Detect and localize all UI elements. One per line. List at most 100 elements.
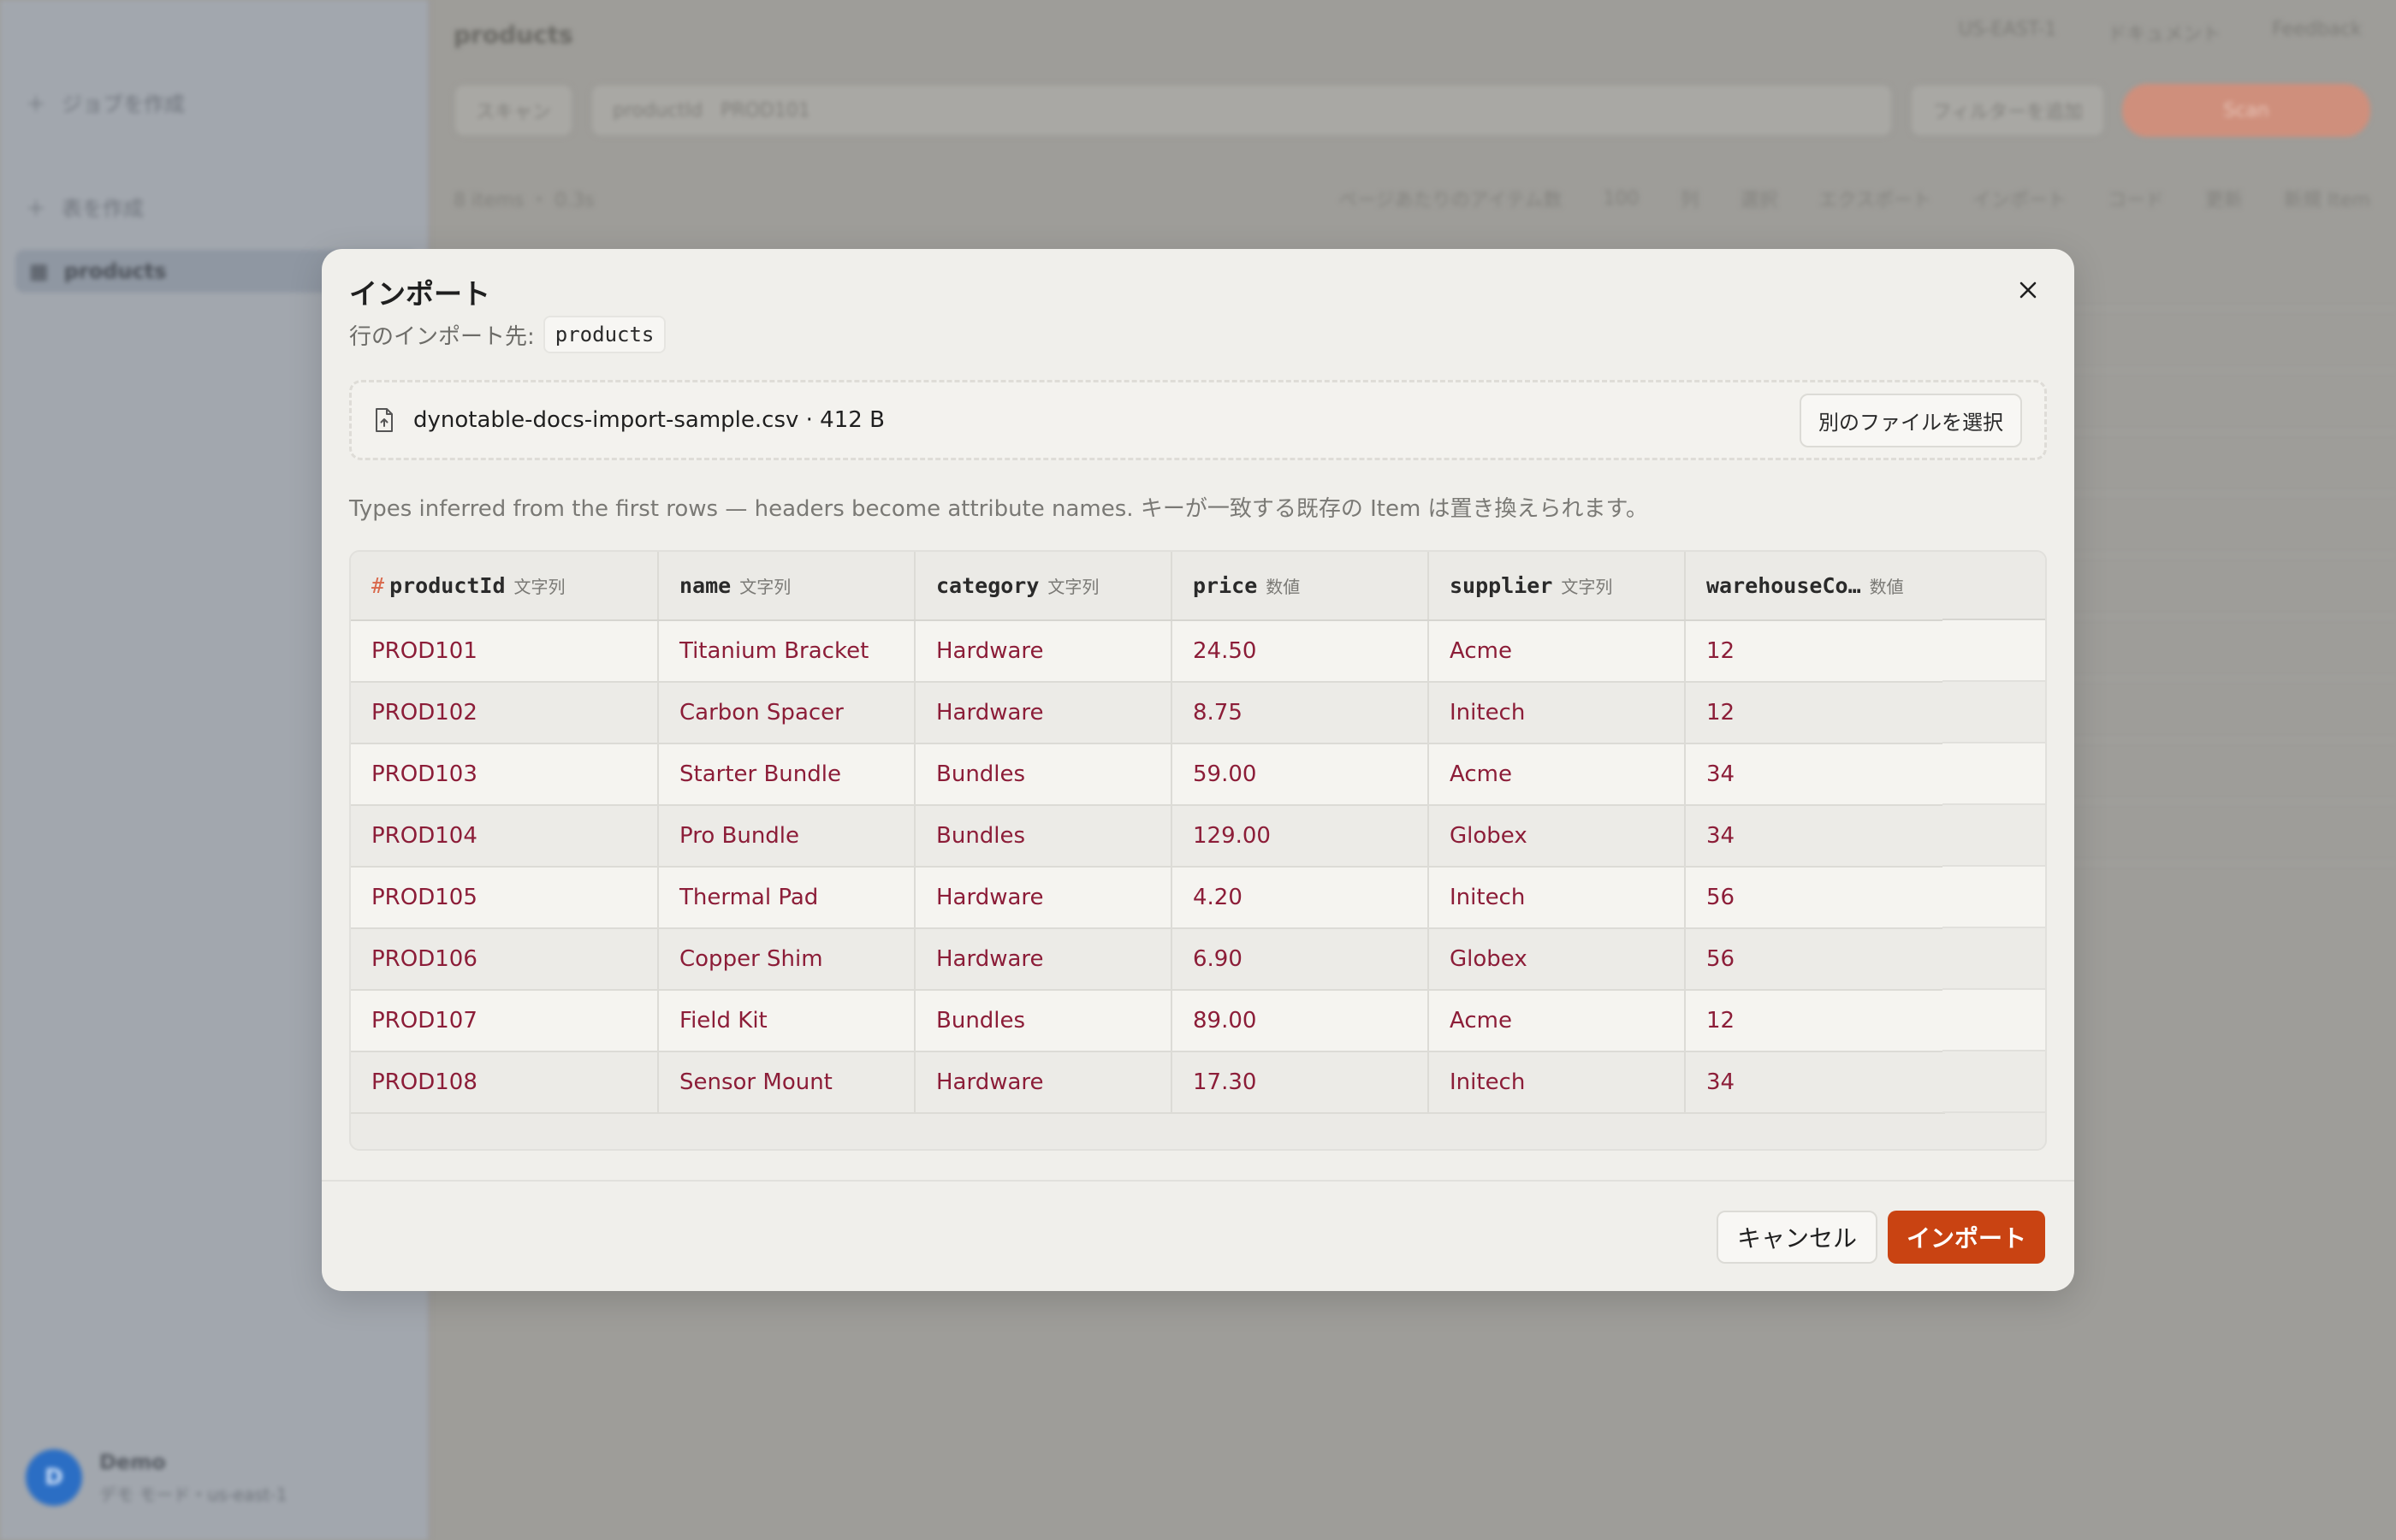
target-table-chip: products xyxy=(543,316,667,353)
column-header: # productId 文字列 xyxy=(351,552,659,621)
table-cell: Thermal Pad xyxy=(658,867,916,929)
toolbar-action[interactable]: 選択 xyxy=(1741,185,1778,212)
column-header: name 文字列 xyxy=(658,552,916,621)
table-cell: Bundles xyxy=(915,743,1172,806)
table-cell: 34 xyxy=(1685,805,1945,868)
sidebar-create-query[interactable]: ＋ ジョブを作成 xyxy=(26,80,185,123)
results-toolbar: 8 items ・ 0.3s ページあたりのアイテム数 100 列 選択 エクスポー… xyxy=(454,180,2370,217)
table-row: PROD101 Titanium Bracket Hardware 24.50 Acme… xyxy=(351,620,1945,683)
column-header: price 数値 xyxy=(1171,552,1429,621)
import-dialog: インポート 行のインポート先: products dynotable-docs-… xyxy=(322,249,2074,1291)
table-cell: PROD103 xyxy=(351,743,659,806)
column-type: 文字列 xyxy=(1561,577,1613,597)
table-cell: PROD105 xyxy=(351,867,659,929)
page-title: products xyxy=(454,20,573,49)
close-button[interactable] xyxy=(2009,271,2047,309)
file-dropzone[interactable]: dynotable-docs-import-sample.csv · 412 B… xyxy=(349,380,2047,460)
toolbar-action[interactable]: コード xyxy=(2108,185,2164,212)
table-row: PROD103 Starter Bundle Bundles 59.00 Acme 34 xyxy=(351,743,1945,806)
toolbar-action[interactable]: 新規 Item xyxy=(2284,185,2370,212)
header-item[interactable]: ドキュメント xyxy=(2108,19,2221,46)
table-cell: 56 xyxy=(1685,928,1945,991)
column-name: name xyxy=(679,573,732,598)
user-region: デモ モード・us-east-1 xyxy=(99,1484,288,1505)
table-cell: Starter Bundle xyxy=(658,743,916,806)
query-toolbar: スキャン productId PROD101 フィルターを追加 Scan xyxy=(454,84,2370,137)
table-cell: Acme xyxy=(1428,743,1686,806)
table-cell: Hardware xyxy=(915,1051,1172,1114)
query-input[interactable]: productId PROD101 xyxy=(590,84,1894,137)
table-cell: 24.50 xyxy=(1171,620,1429,683)
column-name: price xyxy=(1193,573,1258,598)
table-row: PROD108 Sensor Mount Hardware 17.30 Initech 3… xyxy=(351,1051,1945,1114)
toolbar-action[interactable]: 列 xyxy=(1681,185,1699,212)
user-name: Demo xyxy=(99,1449,166,1474)
user-menu[interactable]: D Demo デモ モード・us-east-1 xyxy=(26,1449,287,1506)
cancel-button[interactable]: キャンセル xyxy=(1716,1211,1877,1264)
table-cell: 12 xyxy=(1685,682,1945,744)
table-cell: Globex xyxy=(1428,928,1686,991)
toolbar-action[interactable]: 更新 xyxy=(2205,185,2243,212)
table-row: PROD104 Pro Bundle Bundles 129.00 Globex 34 xyxy=(351,805,1945,868)
table-cell: 89.00 xyxy=(1171,990,1429,1052)
column-name: productId xyxy=(389,573,506,598)
preview-table: # productId 文字列 name 文字列 category 文字列 price 数値 su… xyxy=(349,550,2047,1151)
results-actions: 列 選択 エクスポート インポート コード 更新 新規 Item xyxy=(1681,185,2371,212)
sidebar-create-table[interactable]: ＋ 表を作成 xyxy=(26,185,144,228)
table-filler-column xyxy=(1942,552,2045,1113)
column-type: 数値 xyxy=(1869,577,1904,597)
table-cell: PROD101 xyxy=(351,620,659,683)
choose-another-file-button[interactable]: 別のファイルを選択 xyxy=(1800,393,2022,447)
header-item[interactable]: US-EAST-1 xyxy=(1959,19,2056,46)
table-cell: Carbon Spacer xyxy=(658,682,916,744)
table-cell: 6.90 xyxy=(1171,928,1429,991)
column-header: warehouseCo… 数値 xyxy=(1685,552,1945,621)
table-cell: Hardware xyxy=(915,682,1172,744)
file-upload-icon xyxy=(376,408,393,432)
table-cell: 8.75 xyxy=(1171,682,1429,744)
table-cell: Field Kit xyxy=(658,990,916,1052)
table-row: PROD102 Carbon Spacer Hardware 8.75 Initech 1… xyxy=(351,682,1945,744)
table-cell: Pro Bundle xyxy=(658,805,916,868)
file-name: dynotable-docs-import-sample.csv · 412 B xyxy=(413,407,885,433)
column-type: 数値 xyxy=(1266,577,1301,597)
close-icon xyxy=(2019,281,2037,299)
table-icon: ▦ xyxy=(29,259,49,283)
column-header: supplier 文字列 xyxy=(1428,552,1686,621)
toolbar-action[interactable]: インポート xyxy=(1972,185,2067,212)
add-filter-button[interactable]: フィルターを追加 xyxy=(1910,84,2105,137)
dialog-subtitle: 行のインポート先: products xyxy=(349,316,667,353)
plus-icon: ＋ xyxy=(26,196,46,221)
table-cell: Hardware xyxy=(915,928,1172,991)
table-body: PROD101 Titanium Bracket Hardware 24.50 Acme… xyxy=(351,620,1945,1114)
table-cell: Bundles xyxy=(915,990,1172,1052)
table-header-row: # productId 文字列 name 文字列 category 文字列 price 数値 su… xyxy=(351,552,1945,621)
table-cell: 12 xyxy=(1685,990,1945,1052)
run-scan-button[interactable]: Scan xyxy=(2122,84,2370,137)
key-marker: # xyxy=(371,573,385,598)
toolbar-action[interactable]: エクスポート xyxy=(1819,185,1931,212)
mode-select[interactable]: スキャン xyxy=(454,84,574,137)
column-type: 文字列 xyxy=(1047,577,1100,597)
column-header: category 文字列 xyxy=(915,552,1172,621)
page-size-label: ページあたりのアイテム数 xyxy=(1338,190,1563,211)
table-cell: PROD106 xyxy=(351,928,659,991)
header-item[interactable]: Feedback xyxy=(2272,19,2362,46)
table-cell: Globex xyxy=(1428,805,1686,868)
page-size-select[interactable]: 100 xyxy=(1604,188,1640,210)
table-cell: 17.30 xyxy=(1171,1051,1429,1114)
table-cell: Copper Shim xyxy=(658,928,916,991)
dialog-title: インポート xyxy=(349,277,490,311)
import-button[interactable]: インポート xyxy=(1887,1211,2045,1264)
table-cell: Sensor Mount xyxy=(658,1051,916,1114)
table-cell: Acme xyxy=(1428,990,1686,1052)
table-cell: 12 xyxy=(1685,620,1945,683)
table-cell: PROD104 xyxy=(351,805,659,868)
table-cell: 4.20 xyxy=(1171,867,1429,929)
column-type: 文字列 xyxy=(513,577,566,597)
table-row: PROD105 Thermal Pad Hardware 4.20 Initech 56 xyxy=(351,867,1945,929)
table-cell: 34 xyxy=(1685,1051,1945,1114)
dialog-footer: キャンセル インポート xyxy=(322,1180,2074,1291)
table-cell: PROD108 xyxy=(351,1051,659,1114)
table-cell: Titanium Bracket xyxy=(658,620,916,683)
